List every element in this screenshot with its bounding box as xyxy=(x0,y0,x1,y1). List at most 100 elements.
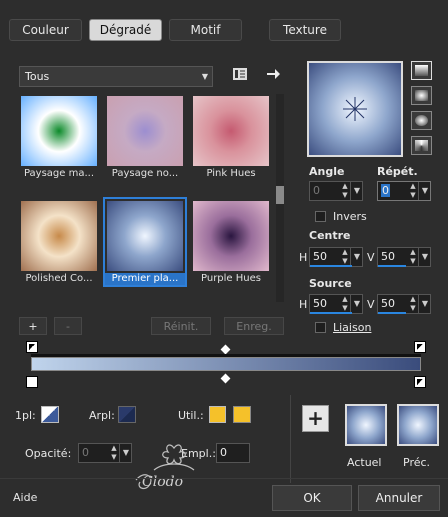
source-v-slider[interactable] xyxy=(378,312,406,314)
invert-checkbox[interactable] xyxy=(315,211,326,222)
category-select[interactable]: Tous ▼ xyxy=(19,66,213,87)
background-swatch[interactable] xyxy=(118,406,136,423)
gradient-swatch xyxy=(107,201,183,271)
gradient-thumb[interactable]: Purple Hues xyxy=(191,199,271,285)
opacity-stop-right[interactable] xyxy=(414,341,426,353)
source-v-spinner[interactable]: 50 ▲ ▼ ▼ xyxy=(377,294,431,314)
color-stop-right[interactable] xyxy=(414,376,426,388)
previous-label: Préc. xyxy=(403,456,431,469)
center-v-spinner[interactable]: 50 ▲ ▼ ▼ xyxy=(377,247,431,267)
source-label: Source xyxy=(309,277,352,290)
gradient-label: Pink Hues xyxy=(206,168,256,179)
center-v-label: V xyxy=(367,251,375,264)
chevron-down-icon[interactable]: ▼ xyxy=(418,295,431,313)
tab-degrade[interactable]: Dégradé xyxy=(89,19,162,41)
gradient-bar[interactable] xyxy=(31,357,421,371)
spin-arrows-icon[interactable]: ▲ ▼ xyxy=(408,295,418,313)
gradient-preview[interactable] xyxy=(307,61,403,157)
watermark-logo: Clodo xyxy=(124,440,224,496)
gradient-swatch xyxy=(193,96,269,166)
opacity-value: 0 xyxy=(82,446,89,459)
save-button[interactable]: Enreg. xyxy=(224,317,284,335)
gradient-thumb[interactable]: Pink Hues xyxy=(191,94,271,180)
category-select-value: Tous xyxy=(25,70,50,83)
chevron-down-icon[interactable]: ▼ xyxy=(350,295,363,313)
center-label: Centre xyxy=(309,229,351,242)
link-checkbox[interactable] xyxy=(315,322,326,333)
angle-value: 0 xyxy=(313,184,320,197)
foreground-swatch[interactable] xyxy=(41,406,59,423)
style-rect-button[interactable] xyxy=(411,86,432,105)
spin-arrows-icon[interactable]: ▲ ▼ xyxy=(408,182,418,200)
current-label: Actuel xyxy=(347,456,382,469)
center-h-slider[interactable] xyxy=(310,265,352,267)
center-h-value: 50 xyxy=(313,250,327,263)
chevron-down-icon: ▼ xyxy=(201,72,208,81)
previous-swatch[interactable] xyxy=(397,404,439,446)
gradient-label: Polished Co... xyxy=(25,273,93,284)
color-stop-left[interactable] xyxy=(26,376,38,388)
chevron-down-icon[interactable]: ▼ xyxy=(350,248,363,266)
watermark-text: Clodo xyxy=(142,474,183,490)
link-label: Liaison xyxy=(333,321,372,334)
style-radial-button[interactable] xyxy=(411,111,432,130)
repeat-label: Répét. xyxy=(377,165,418,178)
center-h-spinner[interactable]: 50 ▲ ▼ ▼ xyxy=(309,247,363,267)
reset-button[interactable]: Réinit. xyxy=(151,317,211,335)
add-gradient-button[interactable]: + xyxy=(19,317,47,335)
gradient-swatch xyxy=(193,201,269,271)
tab-motif[interactable]: Motif xyxy=(169,19,242,41)
library-icon[interactable] xyxy=(232,66,248,82)
gradient-scrollbar[interactable] xyxy=(276,94,284,302)
color-midpoint[interactable] xyxy=(220,373,231,384)
tab-couleur[interactable]: Couleur xyxy=(9,19,82,41)
opacity-midpoint[interactable] xyxy=(220,344,231,355)
gradient-label: Purple Hues xyxy=(201,273,261,284)
gradient-swatch xyxy=(107,96,183,166)
gradient-label: Premier pla... xyxy=(105,273,185,285)
add-swatch-button[interactable]: + xyxy=(302,405,329,432)
chevron-down-icon[interactable]: ▼ xyxy=(350,182,363,200)
angle-spinner[interactable]: 0 ▲ ▼ ▼ xyxy=(309,181,363,201)
help-link[interactable]: Aide xyxy=(13,491,37,504)
chevron-down-icon[interactable]: ▼ xyxy=(418,248,431,266)
separator xyxy=(290,395,291,483)
current-swatch[interactable] xyxy=(345,404,387,446)
center-v-value: 50 xyxy=(381,250,395,263)
source-h-spinner[interactable]: 50 ▲ ▼ ▼ xyxy=(309,294,363,314)
style-linear-button[interactable] xyxy=(411,61,432,80)
source-h-slider[interactable] xyxy=(310,312,352,314)
gradient-thumb[interactable]: Polished Co... xyxy=(19,199,99,285)
util-color-swatch[interactable] xyxy=(209,406,226,423)
center-v-slider[interactable] xyxy=(378,265,406,267)
gradient-grid: Paysage ma... Paysage no... Pink Hues Po… xyxy=(19,94,271,302)
opacity-label: Opacité: xyxy=(25,447,72,460)
repeat-spinner[interactable]: 0 ▲ ▼ ▼ xyxy=(377,181,431,201)
style-angular-button[interactable] xyxy=(411,136,432,155)
spin-arrows-icon[interactable]: ▲ ▼ xyxy=(340,248,350,266)
chevron-down-icon[interactable]: ▼ xyxy=(418,182,431,200)
remove-gradient-button[interactable]: - xyxy=(54,317,82,335)
source-v-label: V xyxy=(367,298,375,311)
background-label: Arpl: xyxy=(89,409,115,422)
ok-button[interactable]: OK xyxy=(272,485,352,511)
spin-arrows-icon[interactable]: ▲ ▼ xyxy=(340,182,350,200)
center-crosshair-icon[interactable] xyxy=(341,95,369,123)
source-h-label: H xyxy=(299,298,308,311)
spin-arrows-icon[interactable]: ▲ ▼ xyxy=(408,248,418,266)
gradient-thumb[interactable]: Paysage no... xyxy=(105,94,185,180)
gradient-swatch xyxy=(21,201,97,271)
gradient-thumb[interactable]: Paysage ma... xyxy=(19,94,99,180)
opacity-stop-left[interactable] xyxy=(26,341,38,353)
util-color-swatch-2[interactable] xyxy=(233,406,251,423)
tab-texture[interactable]: Texture xyxy=(269,19,341,41)
invert-label: Invers xyxy=(333,210,367,223)
gradient-thumb-selected[interactable]: Premier pla... xyxy=(103,197,187,287)
repeat-value: 0 xyxy=(381,184,390,197)
cancel-button[interactable]: Annuler xyxy=(358,485,440,511)
spin-arrows-icon[interactable]: ▲ ▼ xyxy=(109,444,119,462)
arrow-right-icon[interactable] xyxy=(265,66,281,82)
scrollbar-thumb[interactable] xyxy=(276,186,284,204)
spin-arrows-icon[interactable]: ▲ ▼ xyxy=(340,295,350,313)
util-label: Util.: xyxy=(178,409,204,422)
